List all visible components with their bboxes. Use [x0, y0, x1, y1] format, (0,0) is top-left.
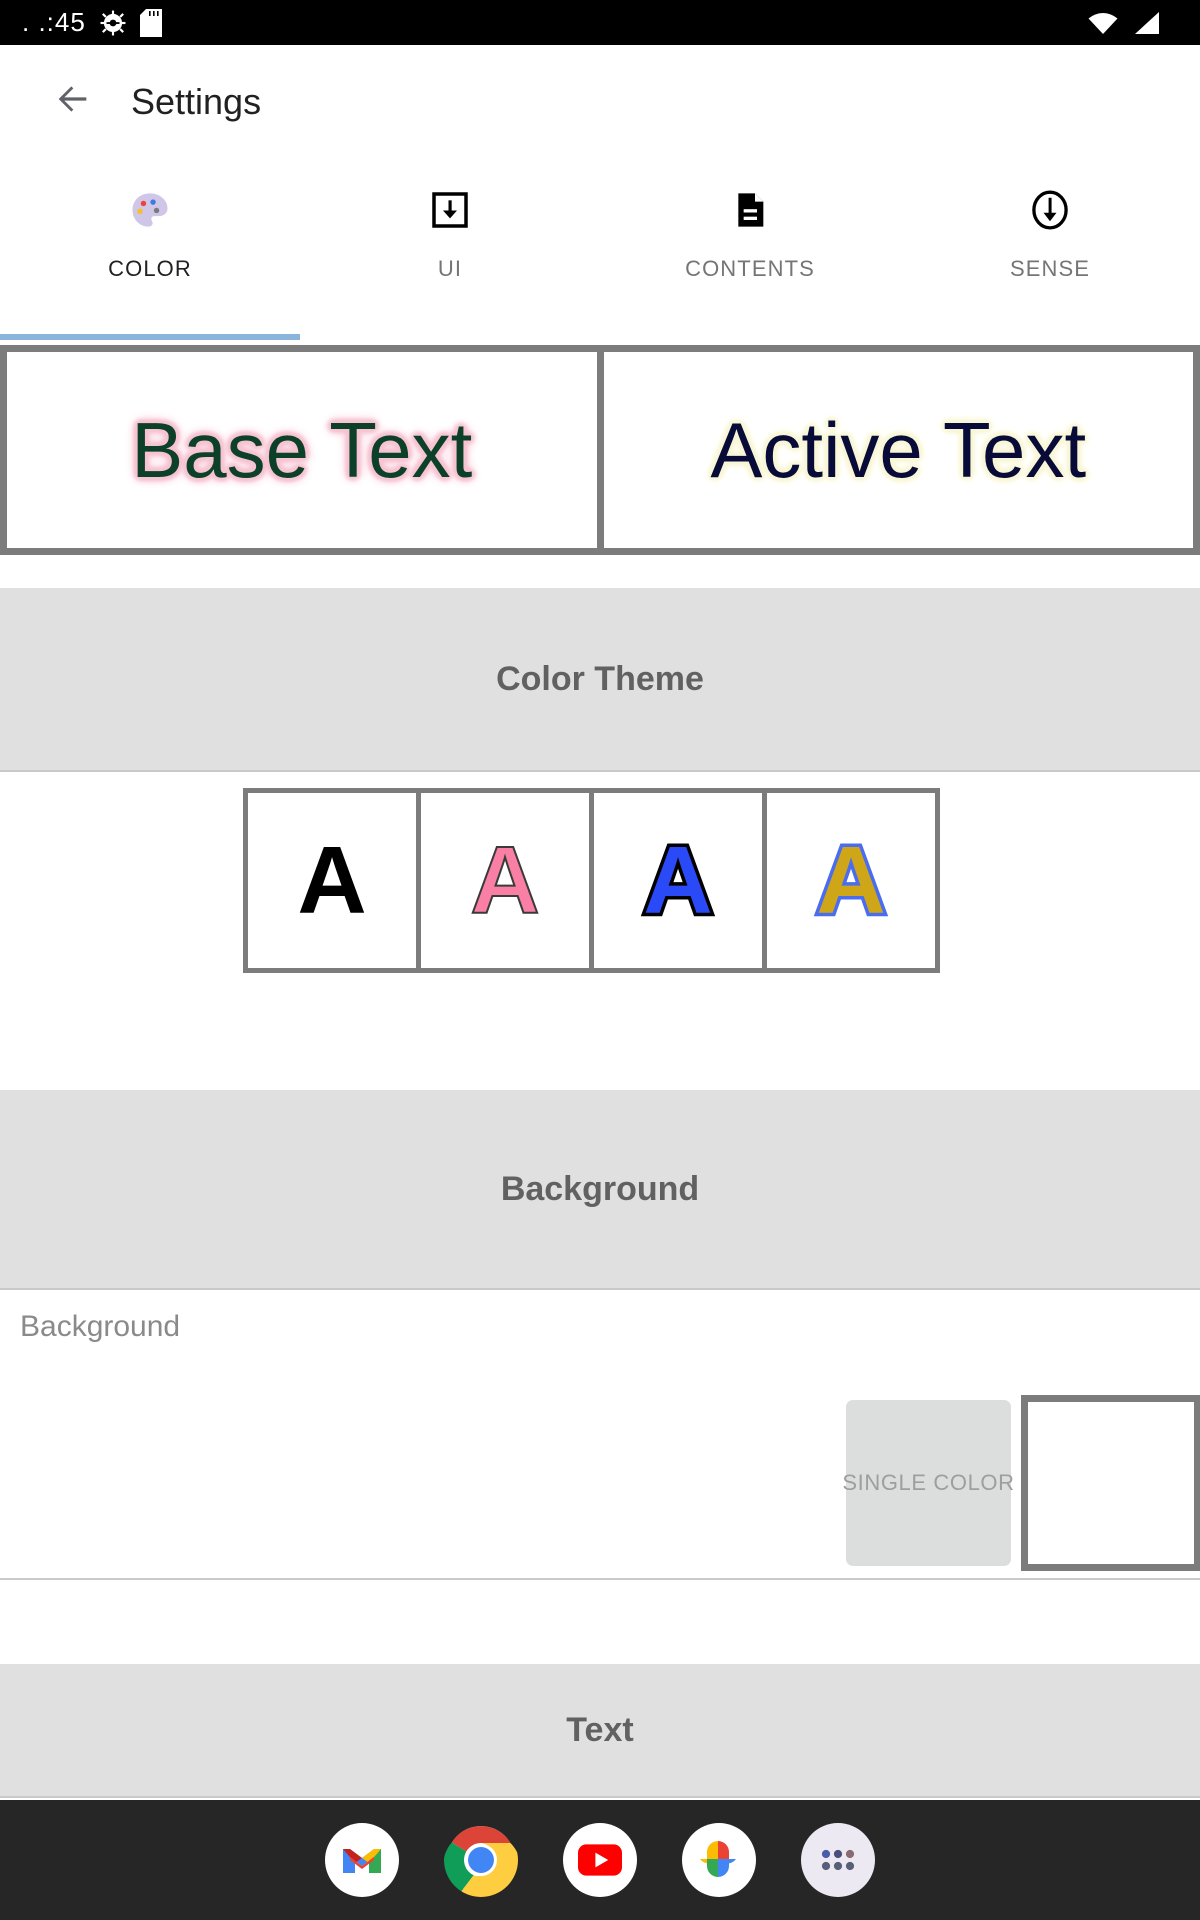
theme-swatch-4[interactable]: A — [767, 793, 935, 968]
google-photos-app-icon[interactable] — [682, 1823, 756, 1897]
tab-label-ui: UI — [437, 256, 463, 281]
section-header-text: Text — [0, 1664, 1200, 1796]
section-header-color-theme: Color Theme — [0, 588, 1200, 770]
tab-indicator — [0, 334, 300, 340]
theme-swatch-3[interactable]: A — [594, 793, 762, 968]
background-setting-row[interactable]: Background SINGLE COLOR — [0, 1290, 1200, 1580]
tab-contents[interactable]: CONTENTS — [600, 158, 900, 340]
status-bar: . .:45 — [0, 0, 1200, 45]
tab-sense[interactable]: SENSE — [900, 158, 1200, 340]
document-icon — [730, 184, 770, 236]
app-bar: Settings — [0, 45, 1200, 158]
single-color-button-label: SINGLE COLOR — [842, 1470, 1015, 1495]
tab-label-color: COLOR — [108, 256, 192, 281]
theme-swatch-letter: A — [813, 826, 889, 934]
theme-swatch-2[interactable]: A — [421, 793, 589, 968]
section-title-background: Background — [500, 1169, 700, 1208]
base-text-preview[interactable]: Base Text — [7, 352, 597, 548]
tab-label-sense: SENSE — [1009, 256, 1091, 281]
tab-label-contents: CONTENTS — [685, 256, 815, 281]
theme-swatch-letter: A — [297, 826, 367, 934]
section-title-text: Text — [566, 1710, 634, 1749]
text-preview-row: Base Text Active Text — [0, 345, 1200, 555]
gear-icon — [100, 10, 126, 36]
color-theme-swatch-strip: A A A A — [243, 788, 940, 973]
active-text-preview[interactable]: Active Text — [603, 352, 1193, 548]
circle-down-arrow-icon — [1029, 184, 1071, 236]
arrow-left-icon — [53, 79, 93, 124]
back-button[interactable] — [44, 73, 102, 131]
palette-icon — [129, 184, 171, 236]
sd-card-icon — [139, 8, 162, 37]
page-title: Settings — [131, 80, 262, 122]
app-drawer-icon[interactable] — [801, 1823, 875, 1897]
wifi-icon — [1088, 11, 1118, 35]
status-bar-left: . .:45 — [22, 7, 162, 38]
theme-swatch-letter: A — [469, 826, 540, 934]
single-color-button[interactable]: SINGLE COLOR — [842, 1400, 1014, 1566]
gmail-app-icon[interactable] — [325, 1823, 399, 1897]
youtube-app-icon[interactable] — [563, 1823, 637, 1897]
background-color-swatch[interactable] — [1021, 1395, 1200, 1571]
tab-color[interactable]: COLOR — [0, 158, 300, 340]
divider-under-background-row — [0, 1578, 1200, 1580]
theme-swatch-letter: A — [640, 826, 716, 934]
background-row-label: Background — [20, 1310, 181, 1343]
color-theme-swatch-area: A A A A — [0, 772, 1200, 1090]
chrome-app-icon[interactable] — [444, 1823, 518, 1897]
section-title-color-theme: Color Theme — [496, 659, 704, 698]
base-text-sample: Base Text — [131, 405, 473, 494]
status-clock: . .:45 — [22, 7, 86, 37]
section-header-background: Background — [0, 1090, 1200, 1288]
status-bar-right — [1088, 11, 1178, 35]
phone-screen: . .:45 Settings COLOR UI CONTENTS SENSE … — [0, 0, 1200, 1920]
cellular-signal-icon — [1132, 11, 1160, 35]
tab-bar: COLOR UI CONTENTS SENSE — [0, 158, 1200, 340]
divider-under-text — [0, 1796, 1200, 1798]
theme-swatch-1[interactable]: A — [248, 793, 416, 968]
active-text-sample: Active Text — [710, 405, 1087, 494]
android-dock — [0, 1800, 1200, 1920]
tab-ui[interactable]: UI — [300, 158, 600, 340]
download-box-icon — [430, 184, 470, 236]
